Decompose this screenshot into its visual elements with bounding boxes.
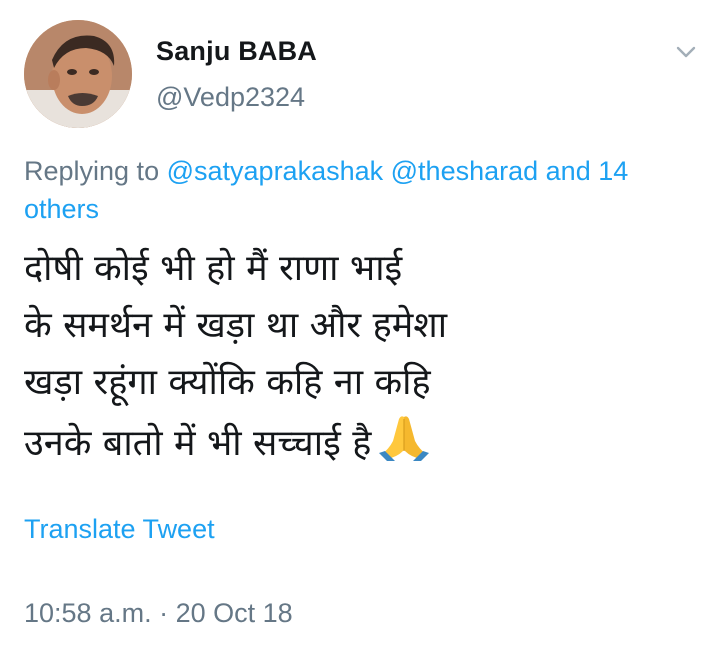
tweet-line-text: खड़ा रहूंगा क्योंकि कहि ना कहि	[24, 362, 431, 403]
tweet-card: Sanju BABA @Vedp2324 Replying to @satyap…	[0, 0, 720, 645]
tweet-line-text: उनके बातो में भी सच्चाई है	[24, 423, 372, 464]
profile-photo	[24, 20, 132, 128]
tweet-timestamp[interactable]: 10:58 a.m. · 20 Oct 18	[24, 598, 293, 629]
tweet-line: के समर्थन में खड़ा था और हमेशा	[24, 305, 448, 346]
user-handle[interactable]: @Vedp2324	[156, 82, 305, 113]
tweet-text: दोषी कोई भी हो मैं राणा भाई के समर्थन में…	[24, 240, 696, 478]
tweet-line: उनके बातो में भी सच्चाई है	[24, 411, 696, 478]
tweet-line: दोषी कोई भी हो मैं राणा भाई	[24, 248, 403, 289]
replying-to: Replying to @satyaprakashak @thesharad a…	[24, 152, 696, 228]
replying-prefix: Replying to	[24, 156, 160, 186]
tweet-line: खड़ा रहूंगा क्योंकि कहि ना कहि	[24, 354, 696, 411]
translate-tweet-link[interactable]: Translate Tweet	[24, 514, 215, 545]
display-name[interactable]: Sanju BABA	[156, 36, 317, 67]
avatar[interactable]	[24, 20, 132, 128]
chevron-down-icon[interactable]	[674, 40, 698, 64]
mention-link[interactable]: @satyaprakashak	[167, 156, 384, 186]
folded-hands-icon	[377, 411, 431, 478]
mention-link[interactable]: @thesharad	[391, 156, 539, 186]
